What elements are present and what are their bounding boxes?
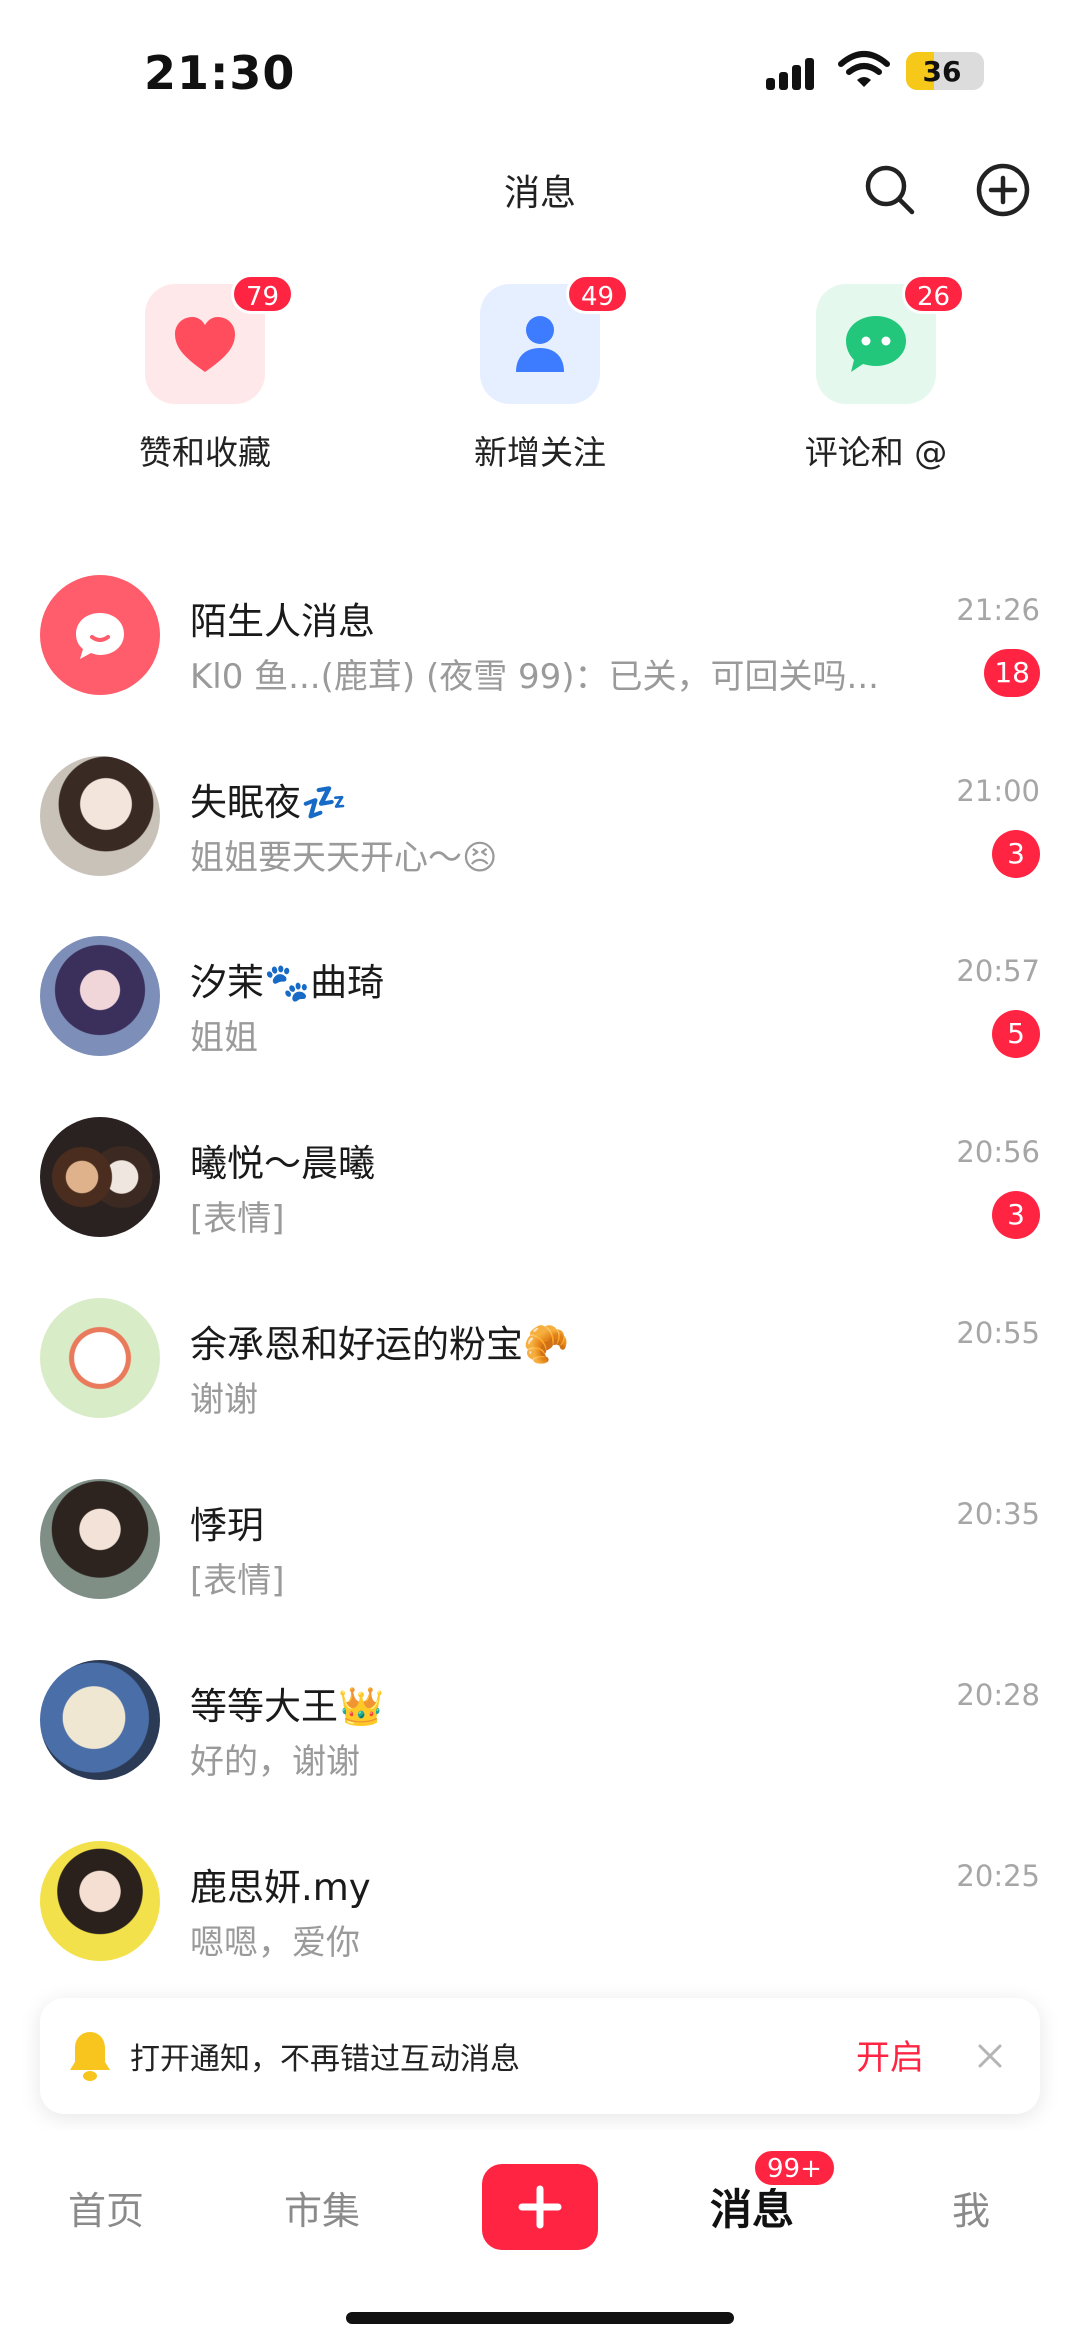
avatar xyxy=(40,756,160,876)
chat-preview: 好的，谢谢 xyxy=(190,1742,360,1782)
chat-row-stranger[interactable]: 陌生人消息 Kl0 鱼...(鹿茸) (夜雪 99)：已关，可回关吗... 21… xyxy=(0,545,1080,725)
chat-row[interactable]: 余承恩和好运的粉宝🥐 谢谢 20:55 xyxy=(0,1268,1080,1448)
chat-time: 20:25 xyxy=(956,1859,1040,1893)
message-bubble-icon xyxy=(76,613,124,659)
quick-new-followers[interactable]: 49 新增关注 xyxy=(440,274,640,474)
comments-badge: 26 xyxy=(902,274,966,314)
chat-row[interactable]: 悸玥 [表情] 20:35 xyxy=(0,1449,1080,1629)
chat-time: 21:00 xyxy=(956,774,1040,808)
search-icon[interactable] xyxy=(860,160,920,220)
chat-preview: Kl0 鱼...(鹿茸) (夜雪 99)：已关，可回关吗... xyxy=(190,657,879,697)
close-icon[interactable] xyxy=(970,2036,1010,2076)
chat-time: 20:55 xyxy=(956,1316,1040,1350)
notification-banner: 打开通知，不再错过互动消息 开启 xyxy=(40,1998,1040,2114)
chat-name: 鹿思妍.my xyxy=(190,1866,371,1909)
chat-row[interactable]: 曦悦～晨曦 [表情] 20:56 3 xyxy=(0,1087,1080,1267)
header: 消息 xyxy=(0,150,1080,230)
likes-tile: 79 xyxy=(145,274,295,404)
avatar xyxy=(40,936,160,1056)
chat-name: 曦悦～晨曦 xyxy=(190,1142,375,1185)
stranger-avatar xyxy=(40,575,160,695)
followers-tile: 49 xyxy=(480,274,630,404)
signal-icon xyxy=(766,56,824,90)
chat-row[interactable]: 汐茉🐾曲琦 姐姐 20:57 5 xyxy=(0,906,1080,1086)
unread-badge: 3 xyxy=(992,1191,1040,1239)
avatar xyxy=(40,1841,160,1961)
status-bar: 21:30 36 xyxy=(0,0,1080,140)
unread-badge: 3 xyxy=(992,830,1040,878)
likes-badge: 79 xyxy=(231,274,295,314)
chat-time: 20:35 xyxy=(956,1497,1040,1531)
chat-name: 余承恩和好运的粉宝🥐 xyxy=(190,1323,570,1366)
comments-label: 评论和 @ xyxy=(804,433,948,472)
likes-label: 赞和收藏 xyxy=(139,433,271,472)
chat-preview: 嗯嗯，爱你 xyxy=(190,1923,360,1963)
quick-likes-favorites[interactable]: 79 赞和收藏 xyxy=(105,274,305,474)
chat-name: 等等大王👑 xyxy=(190,1685,385,1728)
avatar xyxy=(40,1479,160,1599)
comments-tile: 26 xyxy=(816,274,966,404)
plus-icon xyxy=(518,2185,562,2229)
enable-notification-button[interactable]: 开启 xyxy=(856,2030,924,2079)
tab-bar: 首页 市集 消息 99+ 我 xyxy=(0,2130,1080,2341)
bell-icon xyxy=(70,2032,110,2081)
chat-time: 20:56 xyxy=(956,1135,1040,1169)
chat-name: 悸玥 xyxy=(190,1504,264,1547)
notification-text: 打开通知，不再错过互动消息 xyxy=(130,2042,520,2077)
avatar xyxy=(40,1298,160,1418)
tab-market[interactable]: 市集 xyxy=(284,2180,360,2235)
home-indicator xyxy=(346,2312,734,2324)
battery-level: 36 xyxy=(922,55,962,88)
chat-time: 20:57 xyxy=(956,954,1040,988)
chat-preview: 姐姐要天天开心～😣 xyxy=(190,838,498,878)
chat-time: 20:28 xyxy=(956,1678,1040,1712)
wifi-icon xyxy=(838,51,890,87)
tab-home[interactable]: 首页 xyxy=(68,2180,144,2235)
plus-circle-icon[interactable] xyxy=(973,160,1033,220)
avatar xyxy=(40,1117,160,1237)
chat-preview: [表情] xyxy=(190,1561,285,1601)
publish-button[interactable] xyxy=(482,2164,598,2250)
chat-preview: [表情] xyxy=(190,1199,285,1239)
unread-badge: 5 xyxy=(992,1010,1040,1058)
unread-badge: 18 xyxy=(984,649,1040,697)
chat-row[interactable]: 鹿思妍.my 嗯嗯，爱你 20:25 xyxy=(0,1811,1080,1991)
chat-name: 汐茉🐾曲琦 xyxy=(190,961,385,1004)
chat-row[interactable]: 失眠夜💤 姐姐要天天开心～😣 21:00 3 xyxy=(0,726,1080,906)
followers-label: 新增关注 xyxy=(474,433,606,472)
chat-name: 失眠夜💤 xyxy=(190,781,348,824)
chat-name: 陌生人消息 xyxy=(190,600,375,643)
messages-badge: 99+ xyxy=(752,2148,837,2188)
followers-badge: 49 xyxy=(566,274,630,314)
battery-icon: 36 xyxy=(906,52,984,90)
avatar xyxy=(40,1660,160,1780)
chat-row[interactable]: 等等大王👑 好的，谢谢 20:28 xyxy=(0,1630,1080,1810)
chat-preview: 谢谢 xyxy=(190,1380,258,1420)
chat-preview: 姐姐 xyxy=(190,1018,258,1058)
chat-time: 21:26 xyxy=(956,593,1040,627)
tab-me[interactable]: 我 xyxy=(952,2180,990,2235)
quick-comments-mentions[interactable]: 26 评论和 @ xyxy=(776,274,976,474)
status-time: 21:30 xyxy=(144,46,296,100)
